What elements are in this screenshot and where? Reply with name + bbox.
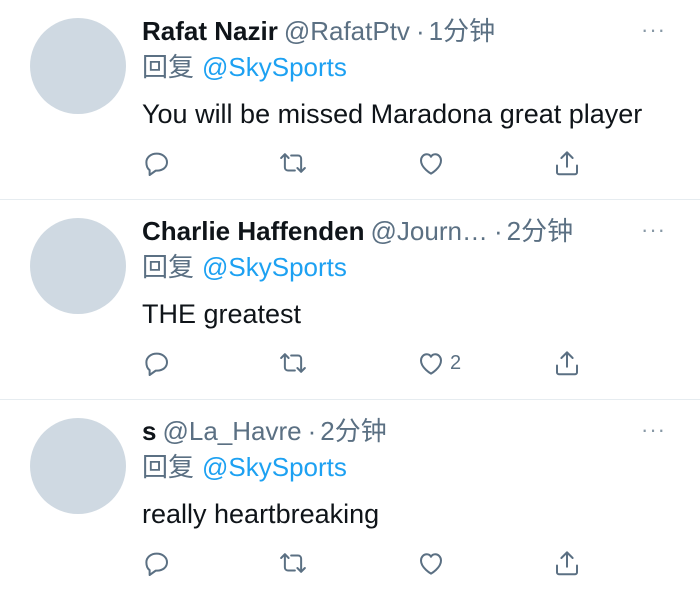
reply-icon: [145, 352, 168, 376]
like-icon: [420, 353, 442, 375]
reply-button[interactable]: [142, 346, 172, 380]
reply-mention-link[interactable]: @SkySports: [202, 52, 347, 82]
author-handle[interactable]: @La_Havre: [162, 416, 301, 446]
tweet-header: s @La_Havre · 2分钟: [142, 414, 630, 448]
retweet-icon: [280, 153, 306, 173]
like-count: 2: [450, 351, 462, 374]
author-name[interactable]: Rafat Nazir: [142, 16, 278, 46]
timestamp[interactable]: 1分钟: [429, 16, 495, 46]
author-name[interactable]: Charlie Haffenden: [142, 216, 365, 246]
share-button[interactable]: [552, 146, 582, 180]
retweet-button[interactable]: [278, 546, 308, 580]
reply-button[interactable]: [142, 146, 172, 180]
like-icon: [420, 553, 442, 575]
reply-context: 回复 @SkySports: [142, 50, 347, 84]
tweet-text: really heartbreaking: [142, 499, 380, 529]
action-bar: [142, 146, 602, 180]
tweet-header: Charlie Haffenden @Journ… · 2分钟: [142, 214, 630, 248]
reply-icon: [145, 152, 168, 176]
reply-feed: Rafat Nazir @RafatPtv · 1分钟 ··· 回复 @SkySport…: [0, 0, 700, 590]
share-button[interactable]: [552, 346, 582, 380]
timestamp[interactable]: 2分钟: [320, 416, 386, 446]
separator: ·: [415, 16, 425, 46]
like-button[interactable]: 2: [416, 346, 461, 380]
action-bar: 2: [142, 346, 602, 380]
author-handle[interactable]: @Journ…: [371, 216, 488, 246]
more-icon[interactable]: ···: [641, 219, 666, 241]
avatar[interactable]: [30, 418, 126, 514]
more-icon[interactable]: ···: [641, 19, 666, 41]
tweet-text: THE greatest: [142, 299, 302, 329]
reply-mention-link[interactable]: @SkySports: [202, 452, 347, 482]
retweet-icon: [280, 553, 306, 573]
author-handle[interactable]: @RafatPtv: [284, 16, 410, 46]
retweet-icon: [280, 353, 306, 373]
tweet-text: You will be missed Maradona great player: [142, 99, 643, 129]
share-icon: [556, 151, 578, 176]
action-bar: [142, 546, 602, 580]
reply-button[interactable]: [142, 546, 172, 580]
tweet-card[interactable]: Charlie Haffenden @Journ… · 2分钟 ··· 回复 @SkyS…: [0, 200, 700, 400]
more-icon[interactable]: ···: [641, 419, 666, 441]
reply-context: 回复 @SkySports: [142, 450, 347, 484]
reply-prefix: 回复: [142, 52, 195, 82]
avatar[interactable]: [30, 218, 126, 314]
share-icon: [556, 551, 578, 576]
separator: ·: [307, 416, 317, 446]
timestamp[interactable]: 2分钟: [507, 216, 573, 246]
avatar[interactable]: [30, 18, 126, 114]
retweet-button[interactable]: [278, 146, 308, 180]
tweet-header: Rafat Nazir @RafatPtv · 1分钟: [142, 14, 630, 48]
author-name[interactable]: s: [142, 416, 156, 446]
like-button[interactable]: [416, 146, 450, 180]
like-icon: [420, 153, 442, 175]
reply-context: 回复 @SkySports: [142, 250, 347, 284]
reply-prefix: 回复: [142, 452, 195, 482]
like-button[interactable]: [416, 546, 450, 580]
reply-prefix: 回复: [142, 252, 195, 282]
separator: ·: [493, 216, 503, 246]
reply-mention-link[interactable]: @SkySports: [202, 252, 347, 282]
share-button[interactable]: [552, 546, 582, 580]
reply-icon: [145, 552, 168, 576]
retweet-button[interactable]: [278, 346, 308, 380]
tweet-card[interactable]: Rafat Nazir @RafatPtv · 1分钟 ··· 回复 @SkySport…: [0, 0, 700, 200]
tweet-card[interactable]: s @La_Havre · 2分钟 ··· 回复 @SkySports really h…: [0, 400, 700, 590]
share-icon: [556, 351, 578, 376]
